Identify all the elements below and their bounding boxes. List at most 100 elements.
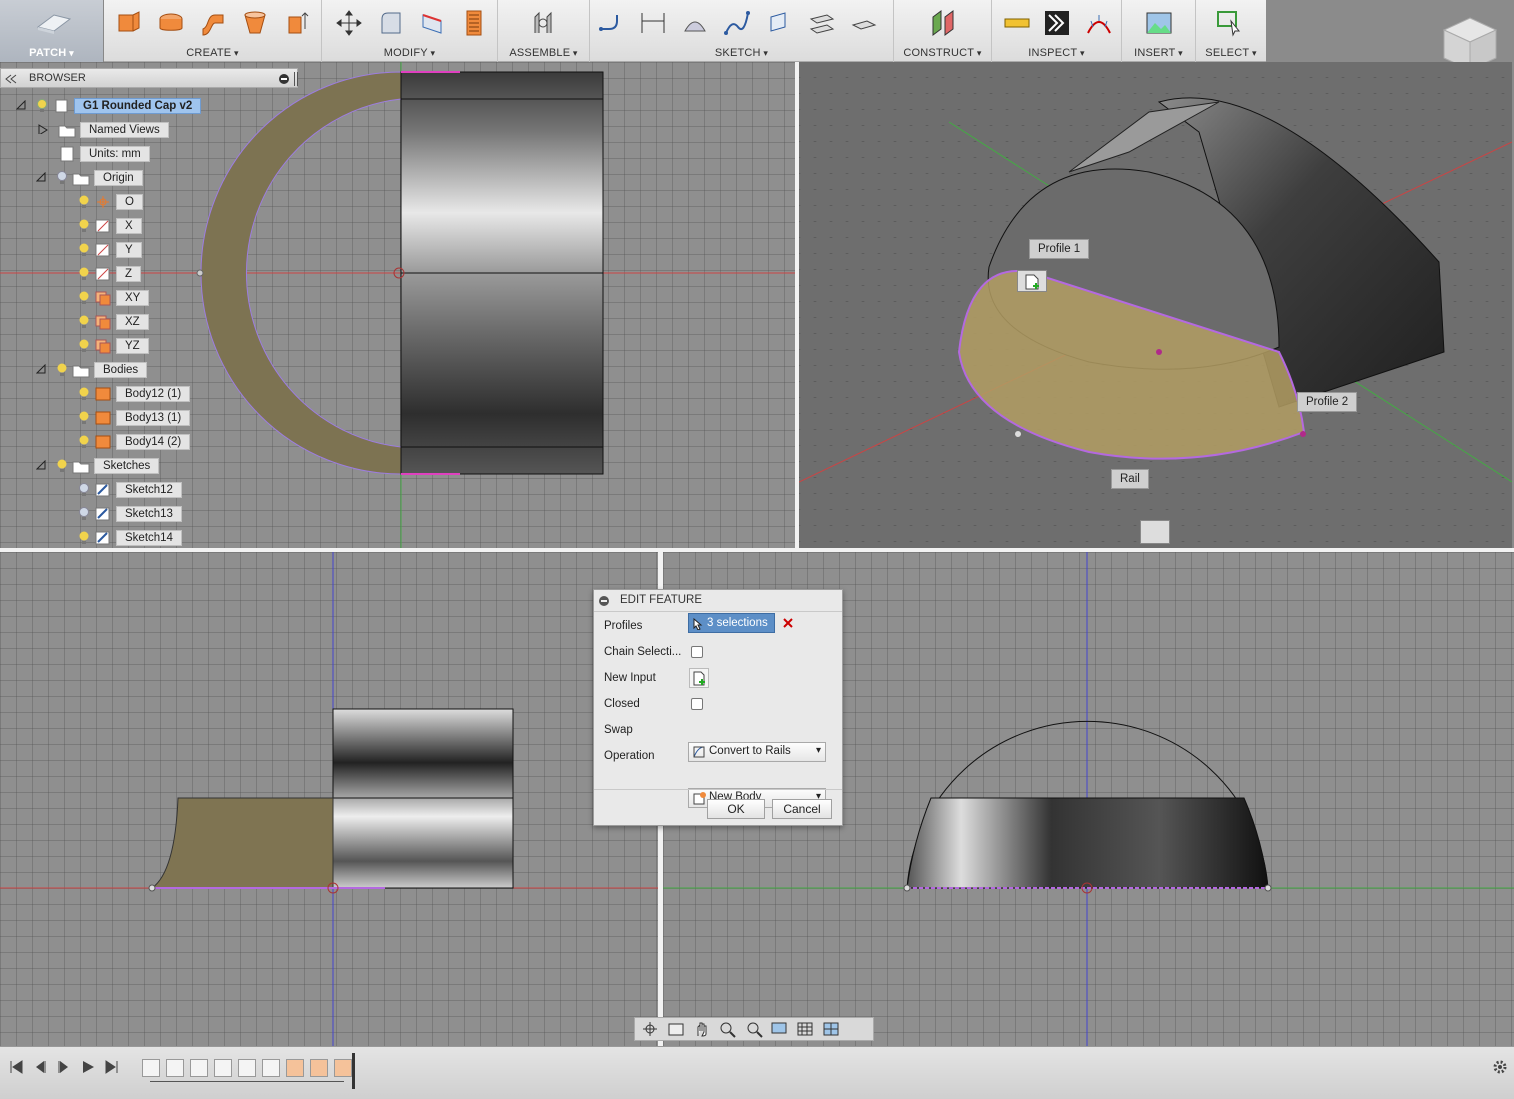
profile-1-label[interactable]: Profile 1 <box>1029 239 1090 259</box>
patch-extrude-icon[interactable] <box>282 8 312 38</box>
tree-sketches[interactable]: Sketches <box>56 456 160 475</box>
visibility-bulb-icon[interactable] <box>78 411 90 425</box>
step-back-icon[interactable] <box>32 1059 48 1075</box>
go-to-end-icon[interactable] <box>104 1059 120 1075</box>
visibility-bulb-icon[interactable] <box>78 387 90 401</box>
visibility-bulb-off-icon[interactable] <box>78 482 90 497</box>
timeline-extrude-feature[interactable] <box>286 1059 304 1077</box>
visibility-bulb-off-icon[interactable] <box>56 170 68 185</box>
tree-xy-plane[interactable]: XY <box>78 288 150 307</box>
inspect-menu[interactable]: INSPECT <box>992 47 1121 59</box>
collapse-panel-icon[interactable] <box>5 74 17 84</box>
tree-body13[interactable]: Body13 (1) <box>78 408 191 427</box>
timeline-sketch-feature[interactable] <box>238 1059 256 1077</box>
viewport-divider-horizontal[interactable] <box>0 548 1514 552</box>
viewport-side[interactable] <box>0 552 658 1046</box>
new-input-glyph[interactable] <box>1017 270 1047 292</box>
rail-label[interactable]: Rail <box>1111 469 1149 489</box>
loft-icon[interactable] <box>240 8 270 38</box>
go-to-start-icon[interactable] <box>8 1059 24 1075</box>
modify-menu[interactable]: MODIFY <box>322 47 497 59</box>
pin-icon[interactable] <box>294 72 298 86</box>
browser-options-icon[interactable] <box>279 74 289 84</box>
display-settings-icon[interactable] <box>769 1020 791 1038</box>
fillet-icon[interactable] <box>376 8 406 38</box>
visibility-bulb-icon[interactable] <box>78 291 90 305</box>
tree-z-axis[interactable]: Z <box>78 264 142 283</box>
collapse-sketches-icon[interactable] <box>36 460 46 470</box>
assemble-menu[interactable]: ASSEMBLE <box>498 47 589 59</box>
tree-xz-plane[interactable]: XZ <box>78 312 149 331</box>
profiles-selection[interactable]: 3 selections <box>688 613 775 633</box>
sketch-plane-icon[interactable] <box>764 8 794 38</box>
tree-body12[interactable]: Body12 (1) <box>78 384 191 403</box>
select-menu[interactable]: SELECT <box>1196 47 1266 59</box>
swap-dropdown[interactable]: Convert to Rails <box>688 742 826 762</box>
tree-origin[interactable]: Origin <box>56 168 143 187</box>
visibility-bulb-icon[interactable] <box>78 339 90 353</box>
offset-plane-icon[interactable] <box>806 8 836 38</box>
visibility-bulb-icon[interactable] <box>78 195 90 209</box>
timeline-sketch-feature[interactable] <box>214 1059 232 1077</box>
expand-named-views-icon[interactable] <box>38 124 48 134</box>
timeline-sketch-feature[interactable] <box>142 1059 160 1077</box>
orbit-icon[interactable] <box>639 1020 661 1038</box>
tree-y-axis[interactable]: Y <box>78 240 142 259</box>
create-menu[interactable]: CREATE <box>104 47 321 59</box>
construct-plane-icon[interactable] <box>928 8 958 38</box>
tree-units[interactable]: Units: mm <box>58 144 150 163</box>
construct-menu[interactable]: CONSTRUCT <box>894 47 991 59</box>
timeline-settings-gear-icon[interactable] <box>1492 1059 1508 1075</box>
thicken-icon[interactable] <box>460 8 490 38</box>
collapse-root-icon[interactable] <box>16 100 26 110</box>
cancel-button[interactable]: Cancel <box>772 799 832 819</box>
dimension-icon[interactable] <box>638 8 668 38</box>
zoom-icon[interactable] <box>717 1020 739 1038</box>
joint-icon[interactable] <box>528 8 558 38</box>
tree-root[interactable]: G1 Rounded Cap v2 <box>36 96 202 115</box>
step-forward-icon[interactable] <box>56 1059 72 1075</box>
display-settings-icon[interactable] <box>1140 520 1170 544</box>
select-icon[interactable] <box>1214 8 1244 38</box>
visibility-bulb-icon[interactable] <box>36 98 48 113</box>
visibility-bulb-icon[interactable] <box>78 267 90 281</box>
zebra-icon[interactable] <box>1042 8 1072 38</box>
project-icon[interactable] <box>680 8 710 38</box>
visibility-bulb-icon[interactable] <box>78 315 90 329</box>
look-at-icon[interactable] <box>665 1020 687 1038</box>
zoom-window-icon[interactable] <box>743 1020 765 1038</box>
play-icon[interactable] <box>80 1059 96 1075</box>
tree-bodies[interactable]: Bodies <box>56 360 148 379</box>
clear-selection-icon[interactable] <box>783 618 793 628</box>
visibility-bulb-off-icon[interactable] <box>78 506 90 521</box>
workspace-switcher[interactable]: PATCH <box>0 0 104 62</box>
create-sketch-icon[interactable] <box>596 8 626 38</box>
tree-origin-point[interactable]: O <box>78 192 143 211</box>
viewports-icon[interactable] <box>821 1020 843 1038</box>
tree-named-views[interactable]: Named Views <box>58 120 169 139</box>
sketch-menu[interactable]: SKETCH <box>590 47 893 59</box>
tree-x-axis[interactable]: X <box>78 216 142 235</box>
timeline-extrude-feature[interactable] <box>310 1059 328 1077</box>
visibility-bulb-icon[interactable] <box>78 219 90 233</box>
viewport-divider-top[interactable] <box>795 62 799 548</box>
minimize-dialog-icon[interactable] <box>599 596 609 606</box>
new-input-button[interactable] <box>689 668 709 688</box>
timeline-sketch-feature[interactable] <box>262 1059 280 1077</box>
measure-icon[interactable] <box>1002 8 1032 38</box>
visibility-bulb-icon[interactable] <box>56 363 68 377</box>
tree-sketch14[interactable]: Sketch14 <box>78 528 182 547</box>
tree-yz-plane[interactable]: YZ <box>78 336 149 355</box>
pan-icon[interactable] <box>691 1020 713 1038</box>
closed-checkbox[interactable] <box>691 698 703 710</box>
midplane-icon[interactable] <box>848 8 878 38</box>
extrude-icon[interactable] <box>114 8 144 38</box>
timeline-patch-feature[interactable] <box>166 1059 184 1077</box>
sweep-icon[interactable] <box>198 8 228 38</box>
curvature-comb-icon[interactable] <box>1084 8 1114 38</box>
insert-menu[interactable]: INSERT <box>1122 47 1195 59</box>
spline-icon[interactable] <box>722 8 752 38</box>
tree-sketch13[interactable]: Sketch13 <box>78 504 182 523</box>
collapse-origin-icon[interactable] <box>36 172 46 182</box>
visibility-bulb-icon[interactable] <box>78 531 90 545</box>
